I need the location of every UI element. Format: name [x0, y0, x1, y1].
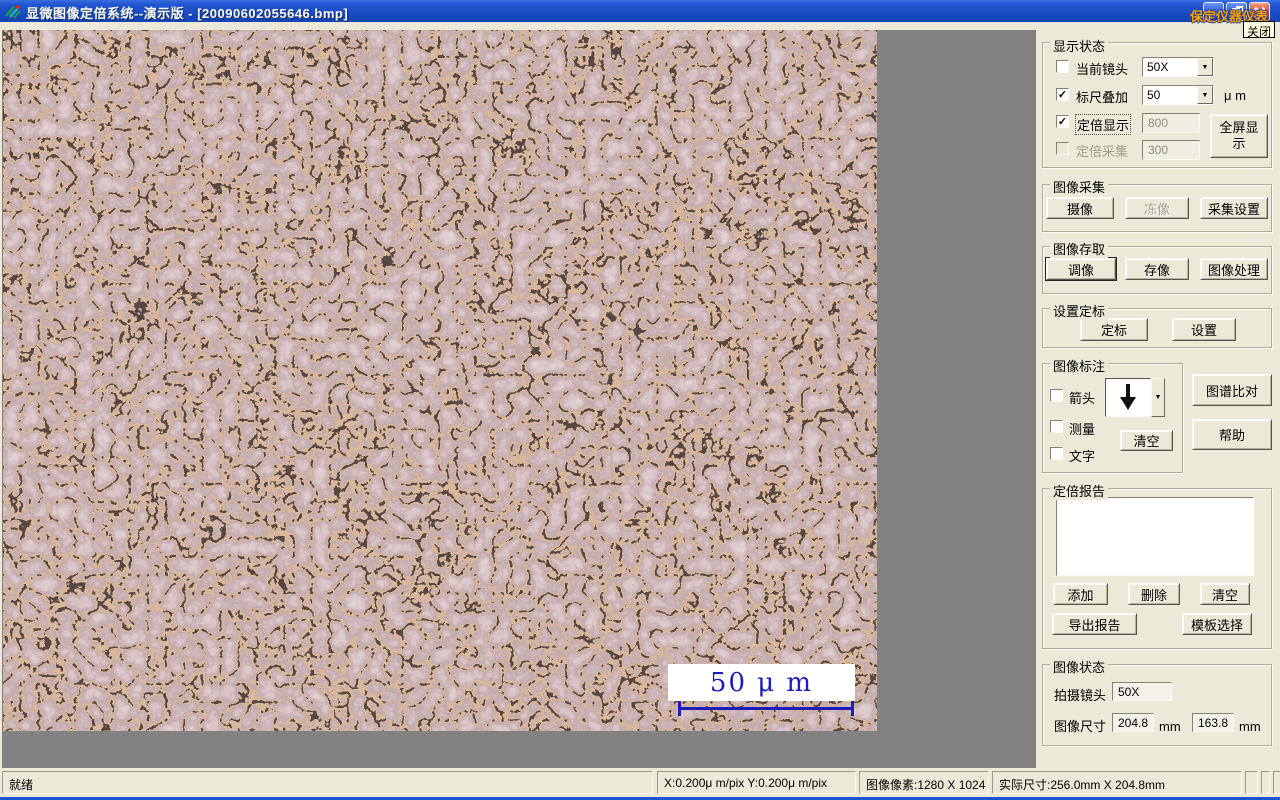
statusbar: 就绪 X:0.200μ m/pix Y:0.200μ m/pix 图像像素:12… [0, 768, 1280, 797]
current-lens-checkbox[interactable] [1056, 60, 1069, 73]
scale-overlay-value: 50 [1147, 88, 1161, 102]
template-select-button[interactable]: 模板选择 [1182, 613, 1252, 635]
arrow-style-combo[interactable] [1105, 378, 1151, 417]
current-lens-value: 50X [1147, 60, 1169, 74]
app-icon [5, 5, 21, 19]
load-image-button[interactable]: 调像 [1045, 257, 1117, 281]
micrograph-texture [3, 30, 877, 731]
window-title: 显微图像定倍系统--演示版 - [20090602055646.bmp] [26, 6, 349, 21]
calibrate-button[interactable]: 定标 [1080, 318, 1148, 341]
save-image-button[interactable]: 存像 [1125, 258, 1189, 280]
status-image-pixels: 图像像素:1280 X 1024 [859, 771, 989, 794]
canvas-background: 50 μ m [2, 30, 1036, 768]
scale-overlay-checkbox[interactable]: ✓ [1056, 88, 1069, 101]
shoot-lens-field: 50X [1112, 682, 1172, 701]
scale-overlay-combo[interactable]: 50 ▼ [1142, 85, 1214, 105]
group-calibration-title: 设置定标 [1050, 301, 1109, 320]
micrograph-image[interactable]: 50 μ m [3, 30, 877, 731]
group-display-status-title: 显示状态 [1050, 36, 1109, 55]
status-pixel-scale: X:0.200μ m/pix Y:0.200μ m/pix [657, 771, 856, 794]
arrow-checkbox[interactable] [1050, 389, 1063, 402]
scalebar-line [678, 707, 854, 710]
fixed-display-field: 800 [1142, 113, 1200, 133]
scale-overlay-label: 标尺叠加 [1076, 90, 1129, 105]
report-clear-button[interactable]: 清空 [1200, 583, 1250, 605]
report-listbox[interactable] [1056, 497, 1254, 576]
group-image-status-title: 图像状态 [1050, 657, 1109, 676]
down-arrow-icon [1120, 384, 1136, 410]
image-width-unit: mm [1159, 719, 1181, 734]
fixed-capture-checkbox [1056, 142, 1069, 155]
scalebar-label: 50 μ m [668, 664, 855, 701]
image-process-button[interactable]: 图像处理 [1200, 258, 1268, 280]
close-tooltip: 关闭 [1243, 21, 1276, 39]
text-label: 文字 [1069, 449, 1096, 464]
annotation-clear-button[interactable]: 清空 [1120, 430, 1173, 451]
freeze-button: 冻像 [1125, 197, 1189, 219]
fixed-capture-label: 定倍采集 [1076, 144, 1129, 159]
group-report-title: 定倍报告 [1050, 481, 1109, 500]
image-width-field: 204.8 [1112, 713, 1154, 732]
status-spacer-2 [1261, 771, 1270, 794]
scale-unit-label: μ m [1224, 88, 1246, 103]
chevron-down-icon[interactable]: ▼ [1197, 86, 1213, 104]
arrow-label: 箭头 [1069, 391, 1096, 406]
report-add-button[interactable]: 添加 [1053, 583, 1108, 605]
group-annotation-title: 图像标注 [1050, 356, 1109, 375]
status-ready: 就绪 [2, 771, 653, 794]
current-lens-combo[interactable]: 50X ▼ [1142, 57, 1214, 77]
help-button[interactable]: 帮助 [1192, 419, 1272, 450]
capture-settings-button[interactable]: 采集设置 [1200, 197, 1268, 219]
text-checkbox[interactable] [1050, 447, 1063, 460]
scalebar-tick-left [678, 701, 681, 716]
shoot-button[interactable]: 摄像 [1046, 197, 1114, 219]
shoot-lens-label: 拍摄镜头 [1054, 688, 1107, 703]
scalebar-tick-right [851, 701, 854, 716]
fixed-display-label: 定倍显示 [1075, 114, 1132, 135]
fixed-capture-field: 300 [1142, 140, 1200, 160]
group-storage-title: 图像存取 [1050, 239, 1109, 258]
chevron-down-icon[interactable]: ▼ [1197, 58, 1213, 76]
measure-label: 测量 [1069, 422, 1096, 437]
status-spacer-3 [1273, 771, 1280, 794]
titlebar: 显微图像定倍系统--演示版 - [20090602055646.bmp] 保定仪… [0, 0, 1280, 24]
image-height-field: 163.8 [1192, 713, 1234, 732]
fullscreen-button[interactable]: 全屏显示 [1210, 114, 1268, 158]
report-delete-button[interactable]: 删除 [1128, 583, 1180, 605]
group-capture-title: 图像采集 [1050, 177, 1109, 196]
measure-checkbox[interactable] [1050, 420, 1063, 433]
arrow-style-combo-button[interactable]: ▼ [1151, 378, 1165, 417]
calibration-set-button[interactable]: 设置 [1172, 318, 1236, 341]
status-actual-size: 实际尺寸:256.0mm X 204.8mm [992, 771, 1242, 794]
atlas-compare-button[interactable]: 图谱比对 [1192, 374, 1272, 406]
image-size-label: 图像尺寸 [1054, 719, 1107, 734]
export-report-button[interactable]: 导出报告 [1052, 613, 1137, 635]
current-lens-label: 当前镜头 [1076, 62, 1129, 77]
image-height-unit: mm [1239, 719, 1261, 734]
status-spacer-1 [1245, 771, 1258, 794]
app-window: 显微图像定倍系统--演示版 - [20090602055646.bmp] 保定仪… [0, 0, 1280, 800]
fixed-display-checkbox[interactable]: ✓ [1056, 115, 1069, 128]
